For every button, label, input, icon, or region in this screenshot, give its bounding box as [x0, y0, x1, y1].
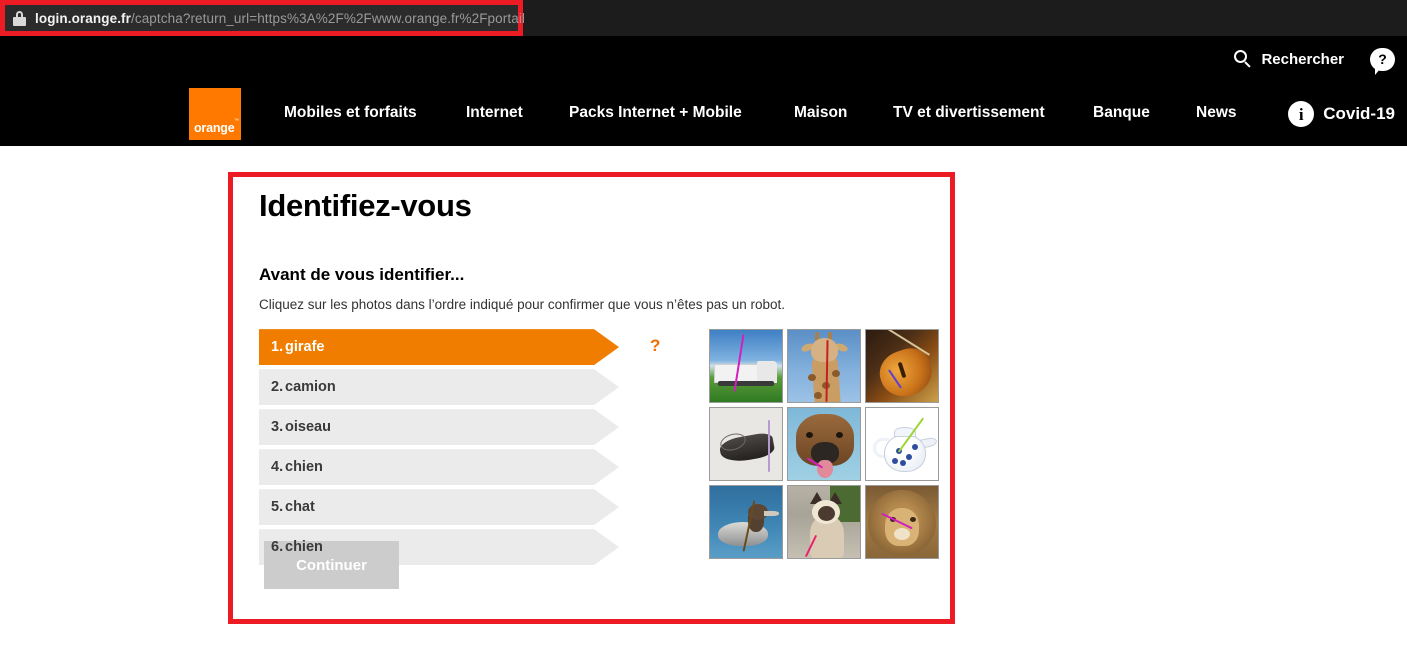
- nav-item-packs-internet-mobile[interactable]: Packs Internet + Mobile: [569, 104, 742, 122]
- section-title: Avant de vous identifier...: [259, 265, 465, 285]
- captcha-panel: Identifiez-vous Avant de vous identifier…: [233, 177, 950, 619]
- help-bubble-icon[interactable]: ?: [1370, 47, 1395, 75]
- word-row-label: oiseau: [285, 419, 331, 436]
- url-domain: login.orange.fr: [35, 10, 131, 26]
- word-row-label: chien: [285, 459, 323, 476]
- search-icon: [1234, 50, 1252, 68]
- nav-item-news[interactable]: News: [1196, 104, 1237, 122]
- photo-cat[interactable]: [787, 485, 861, 560]
- captcha-body: 1. girafe 2. camion 3. oiseau 4. chien 5. chat 6. c…: [259, 329, 950, 569]
- word-row-index: 3.: [271, 419, 284, 436]
- nav-item-tv-et-divertissement[interactable]: TV et divertissement: [893, 104, 1045, 122]
- captcha-word-list: 1. girafe 2. camion 3. oiseau 4. chien 5. chat 6. c…: [259, 329, 619, 569]
- word-row-index: 6.: [271, 539, 284, 556]
- url-path: /captcha?return_url=https%3A%2F%2Fwww.or…: [131, 10, 526, 26]
- word-row-index: 1.: [271, 339, 284, 356]
- captcha-word-row[interactable]: 5. chat: [259, 489, 619, 526]
- captcha-word-row[interactable]: 3. oiseau: [259, 409, 619, 446]
- photo-giraffe[interactable]: [787, 329, 861, 404]
- orange-logo-tm: ™: [234, 118, 239, 124]
- photo-teapot[interactable]: [865, 407, 939, 482]
- word-row-label: chat: [285, 499, 315, 516]
- search-button[interactable]: Rechercher: [1234, 50, 1344, 68]
- word-row-index: 5.: [271, 499, 284, 516]
- nav-item-internet[interactable]: Internet: [466, 104, 523, 122]
- captcha-help-icon[interactable]: ?: [619, 329, 709, 569]
- captcha-photo-grid: [709, 329, 939, 569]
- header-utility-bar: Rechercher ?: [1234, 36, 1407, 82]
- help-bubble-label: ?: [1378, 51, 1387, 67]
- browser-url-bar: login.orange.fr/captcha?return_url=https…: [0, 0, 1407, 36]
- orange-logo[interactable]: orange ™: [189, 88, 241, 140]
- photo-duck[interactable]: [709, 485, 783, 560]
- url-text[interactable]: login.orange.fr/captcha?return_url=https…: [35, 11, 525, 26]
- orange-logo-text: orange: [194, 121, 235, 135]
- nav-item-covid19[interactable]: i Covid-19: [1288, 101, 1407, 127]
- nav-item-maison[interactable]: Maison: [794, 104, 847, 122]
- url-highlight-annotation[interactable]: login.orange.fr/captcha?return_url=https…: [0, 0, 525, 36]
- nav-item-banque[interactable]: Banque: [1093, 104, 1150, 122]
- word-row-label: chien: [285, 539, 323, 556]
- photo-mark-line: [768, 420, 770, 473]
- padlock-icon: [13, 10, 26, 26]
- captcha-word-row[interactable]: 1. girafe: [259, 329, 619, 366]
- photo-lion[interactable]: [865, 485, 939, 560]
- captcha-word-row[interactable]: 2. camion: [259, 369, 619, 406]
- main-navigation: orange ™ Mobiles et forfaits Internet Pack…: [0, 82, 1407, 146]
- photo-dog[interactable]: [787, 407, 861, 482]
- word-row-index: 2.: [271, 379, 284, 396]
- nav-item-covid19-label: Covid-19: [1323, 104, 1395, 123]
- info-circle-icon: i: [1288, 101, 1315, 127]
- search-label: Rechercher: [1261, 50, 1344, 68]
- photo-truck[interactable]: [709, 329, 783, 404]
- nav-item-list: Mobiles et forfaits Internet Packs Interne…: [241, 82, 1288, 146]
- word-row-index: 4.: [271, 459, 284, 476]
- page-title: Identifiez-vous: [259, 188, 472, 223]
- captcha-word-row[interactable]: 4. chien: [259, 449, 619, 486]
- instructions-text: Cliquez sur les photos dans l’ordre indi…: [259, 297, 786, 313]
- nav-item-mobiles-et-forfaits[interactable]: Mobiles et forfaits: [284, 104, 417, 122]
- photo-violin[interactable]: [865, 329, 939, 404]
- word-row-label: camion: [285, 379, 336, 396]
- word-row-label: girafe: [285, 339, 325, 356]
- site-header: Rechercher ? orange ™ Mobiles et forfait…: [0, 36, 1407, 146]
- captcha-panel-annotation: Identifiez-vous Avant de vous identifier…: [228, 172, 955, 624]
- photo-shoe[interactable]: [709, 407, 783, 482]
